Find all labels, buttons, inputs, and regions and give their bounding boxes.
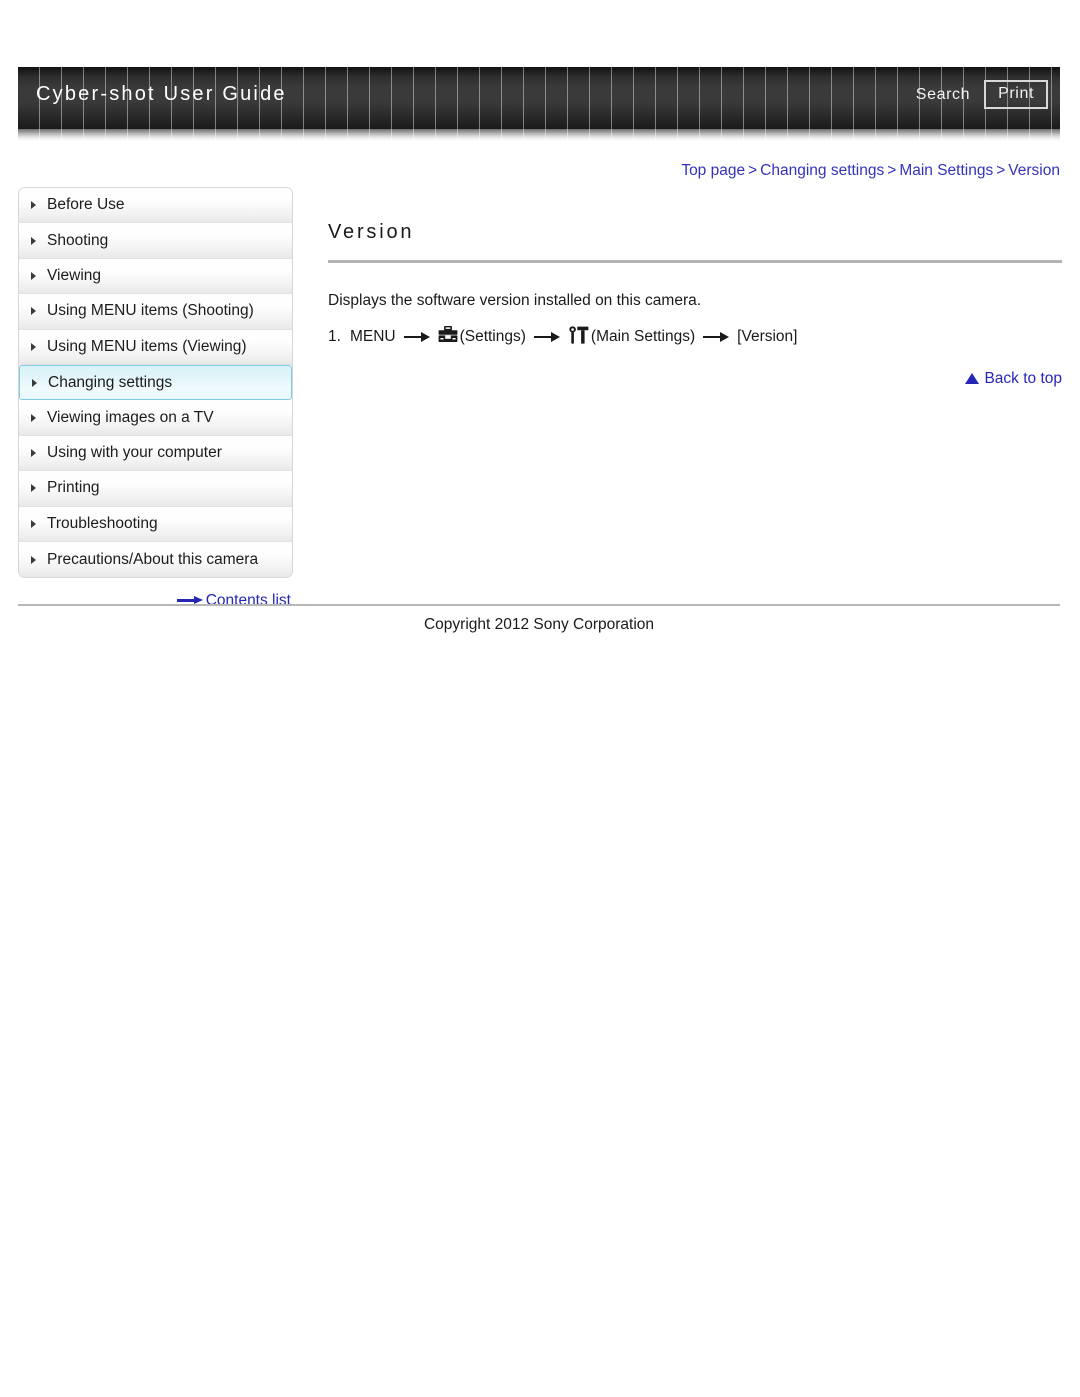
sidebar-item-using-menu-items-shooting[interactable]: Using MENU items (Shooting) bbox=[19, 294, 292, 330]
arrow-right-icon bbox=[703, 332, 730, 343]
sidebar-item-label: Viewing bbox=[47, 266, 102, 284]
site-header: Cyber-shot User Guide Search Print bbox=[18, 67, 1060, 141]
sidebar-item-changing-settings[interactable]: Changing settings bbox=[19, 364, 292, 401]
sidebar-item-label: Troubleshooting bbox=[47, 514, 158, 532]
triangle-bullet-icon bbox=[31, 307, 36, 316]
toolbox-icon bbox=[438, 325, 458, 348]
sidebar-item-using-with-your-computer[interactable]: Using with your computer bbox=[19, 435, 292, 472]
breadcrumb-separator: > bbox=[887, 162, 897, 179]
sidebar-item-label: Printing bbox=[47, 479, 100, 497]
breadcrumb-item-changing-settings[interactable]: Changing settings bbox=[760, 162, 884, 179]
main-content: Version Displays the software version in… bbox=[328, 221, 1062, 349]
arrow-right-icon bbox=[533, 332, 560, 343]
page-title: Version bbox=[328, 221, 415, 243]
triangle-bullet-icon bbox=[31, 484, 36, 493]
sidebar-item-label: Changing settings bbox=[48, 373, 173, 391]
contents-list-container: Contents list bbox=[18, 592, 293, 610]
header-fade-strip bbox=[18, 129, 1060, 141]
sidebar-item-using-menu-items-viewing[interactable]: Using MENU items (Viewing) bbox=[19, 329, 292, 365]
sidebar-item-troubleshooting[interactable]: Troubleshooting bbox=[19, 506, 292, 542]
sidebar-item-label: Using with your computer bbox=[47, 443, 222, 461]
back-to-top-link[interactable]: Back to top bbox=[965, 370, 1062, 387]
breadcrumb-separator: > bbox=[996, 162, 1006, 179]
page-description: Displays the software version installed … bbox=[328, 292, 702, 309]
triangle-bullet-icon bbox=[31, 448, 36, 457]
triangle-bullet-icon bbox=[32, 378, 37, 387]
tools-icon bbox=[568, 325, 589, 349]
triangle-bullet-icon bbox=[31, 342, 36, 351]
breadcrumb-item-top-page[interactable]: Top page bbox=[681, 162, 745, 179]
step-target-label: [Version] bbox=[737, 328, 798, 345]
triangle-up-icon bbox=[965, 373, 980, 384]
sidebar-item-label: Precautions/About this camera bbox=[47, 550, 259, 568]
page-root: Cyber-shot User Guide Search Print Top p… bbox=[0, 0, 1080, 1397]
breadcrumb: Top page > Changing settings > Main Settings… bbox=[681, 162, 1060, 180]
triangle-bullet-icon bbox=[31, 413, 36, 422]
triangle-bullet-icon bbox=[31, 271, 36, 280]
print-button[interactable]: Print bbox=[984, 80, 1048, 110]
copyright-text: Copyright 2012 Sony Corporation bbox=[423, 616, 655, 633]
sidebar-item-label: Using MENU items (Viewing) bbox=[47, 337, 247, 355]
contents-list-label: Contents list bbox=[205, 592, 291, 609]
step-main-settings-label: (Main Settings) bbox=[590, 328, 696, 345]
step-list: 1. MENU (Settings) (Main Settings) [Vers… bbox=[328, 325, 1062, 349]
sidebar-item-label: Before Use bbox=[47, 196, 125, 214]
sidebar-item-label: Using MENU items (Shooting) bbox=[47, 302, 254, 320]
triangle-bullet-icon bbox=[31, 236, 36, 245]
sidebar-item-printing[interactable]: Printing bbox=[19, 471, 292, 507]
sidebar-item-before-use[interactable]: Before Use bbox=[19, 188, 292, 224]
sidebar-item-label: Viewing images on a TV bbox=[47, 408, 214, 426]
triangle-bullet-icon bbox=[31, 555, 36, 564]
contents-list-link[interactable]: Contents list bbox=[176, 592, 291, 609]
step-menu-label: MENU bbox=[349, 328, 396, 345]
back-to-top-label: Back to top bbox=[984, 370, 1062, 387]
back-to-top-container: Back to top bbox=[328, 370, 1062, 388]
header-actions: Search Print bbox=[916, 80, 1048, 110]
breadcrumb-item-main-settings[interactable]: Main Settings bbox=[899, 162, 993, 179]
triangle-bullet-icon bbox=[31, 201, 36, 210]
step-item: 1. MENU (Settings) (Main Settings) [Vers… bbox=[328, 325, 1062, 349]
sidebar-item-precautions-about-this-camera[interactable]: Precautions/About this camera bbox=[19, 541, 292, 578]
site-title: Cyber-shot User Guide bbox=[36, 83, 287, 105]
arrow-right-icon bbox=[403, 332, 430, 343]
sidebar-item-shooting[interactable]: Shooting bbox=[19, 223, 292, 259]
sidebar-nav: Before Use Shooting Viewing Using MENU i… bbox=[18, 187, 293, 579]
step-number: 1. bbox=[328, 328, 341, 345]
sidebar-item-viewing[interactable]: Viewing bbox=[19, 258, 292, 295]
search-link[interactable]: Search bbox=[916, 86, 970, 104]
breadcrumb-separator: > bbox=[748, 162, 758, 179]
sidebar-item-label: Shooting bbox=[47, 231, 109, 249]
breadcrumb-item-version[interactable]: Version bbox=[1008, 162, 1060, 179]
triangle-bullet-icon bbox=[31, 519, 36, 528]
step-settings-label: (Settings) bbox=[459, 328, 526, 345]
footer-divider bbox=[18, 604, 1060, 606]
title-divider bbox=[328, 260, 1062, 263]
sidebar-item-viewing-images-on-a-tv[interactable]: Viewing images on a TV bbox=[19, 400, 292, 436]
